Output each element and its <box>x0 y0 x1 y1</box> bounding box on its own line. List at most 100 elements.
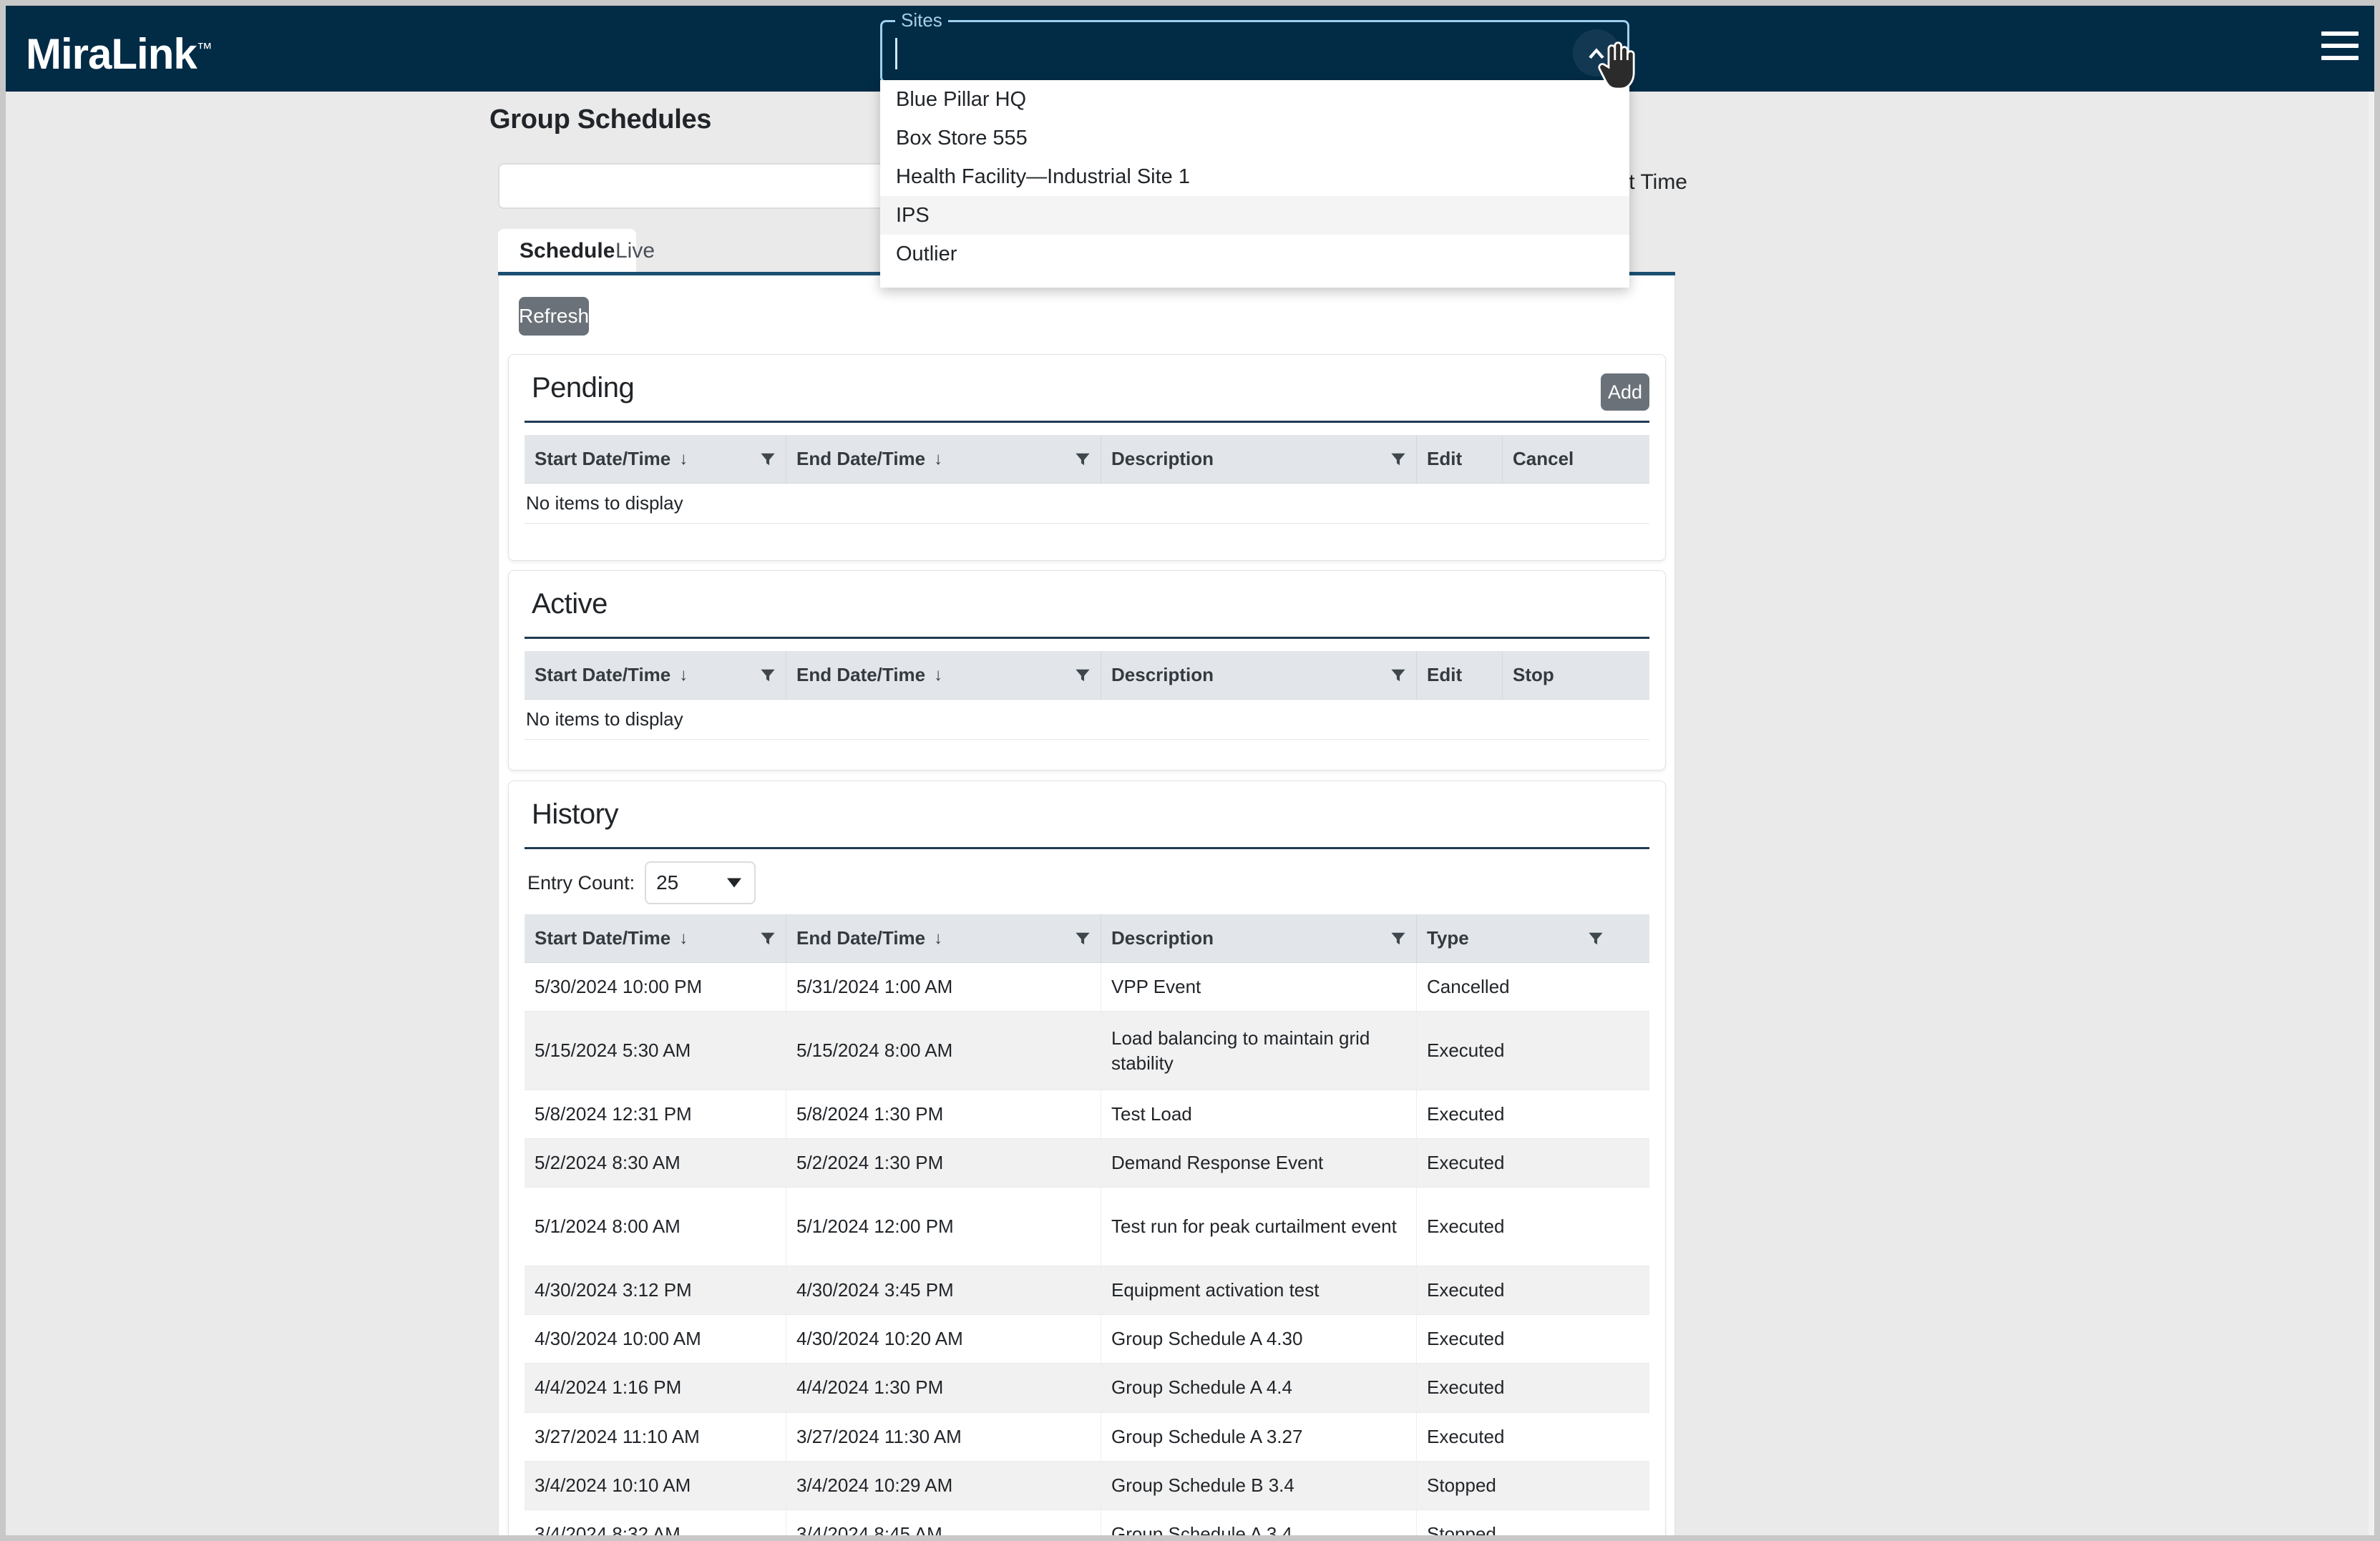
table-cell-start: 3/4/2024 8:32 AM <box>525 1510 786 1535</box>
filter-icon[interactable] <box>1075 667 1091 683</box>
entry-count-row: Entry Count: 25 <box>527 861 756 904</box>
table-cell-start: 3/4/2024 10:10 AM <box>525 1461 786 1510</box>
table-cell-end: 3/27/2024 11:30 AM <box>786 1412 1101 1461</box>
sites-dropdown-list[interactable]: Blue Pillar HQ Box Store 555 Health Faci… <box>880 80 1629 288</box>
column-label: Type <box>1427 927 1469 949</box>
table-row[interactable]: 5/2/2024 8:30 AM 5/2/2024 1:30 PM Demand R… <box>525 1139 1649 1188</box>
table-cell-description: Demand Response Event <box>1101 1139 1417 1188</box>
column-header-description[interactable]: Description <box>1101 914 1417 962</box>
table-row[interactable]: 5/15/2024 5:30 AM 5/15/2024 8:00 AM Load b… <box>525 1012 1649 1091</box>
column-header-type[interactable]: Type <box>1417 914 1614 962</box>
column-header-edit[interactable]: Edit <box>1417 435 1503 483</box>
table-cell-end: 5/15/2024 8:00 AM <box>786 1012 1101 1090</box>
pending-divider <box>525 421 1649 423</box>
column-header-end-date[interactable]: End Date/Time ↓ <box>786 651 1101 699</box>
column-label: Cancel <box>1513 448 1574 469</box>
table-cell-start: 3/27/2024 11:10 AM <box>525 1412 786 1461</box>
column-header-description[interactable]: Description <box>1101 435 1417 483</box>
column-label: Description <box>1111 448 1214 469</box>
hamburger-menu-icon[interactable] <box>2321 31 2359 64</box>
tab-live[interactable]: Live <box>594 229 676 273</box>
trademark-symbol: ™ <box>196 39 213 57</box>
filter-icon[interactable] <box>760 451 776 467</box>
brand-name: MiraLink <box>26 30 197 78</box>
column-label: End Date/Time <box>796 448 926 469</box>
table-cell-type: Executed <box>1427 1279 1505 1301</box>
table-cell-type: Executed <box>1427 1152 1505 1174</box>
sort-descending-icon[interactable]: ↓ <box>679 929 688 949</box>
table-cell-description: Equipment activation test <box>1101 1266 1417 1315</box>
sites-select-field[interactable]: Sites <box>880 9 1629 83</box>
table-cell-end: 5/1/2024 12:00 PM <box>786 1188 1101 1266</box>
column-header-start-date[interactable]: Start Date/Time ↓ <box>525 651 786 699</box>
table-row[interactable]: 4/30/2024 3:12 PM 4/30/2024 3:45 PM Equipm… <box>525 1266 1649 1316</box>
filter-icon[interactable] <box>760 667 776 683</box>
table-cell-type: Executed <box>1427 1328 1505 1350</box>
sort-descending-icon[interactable]: ↓ <box>679 449 688 469</box>
table-row[interactable]: 4/30/2024 10:00 AM 4/30/2024 10:20 AM Grou… <box>525 1315 1649 1364</box>
brand-logo[interactable]: MiraLink™ <box>26 24 213 79</box>
chevron-up-icon <box>1589 48 1604 59</box>
table-cell-type: Executed <box>1427 1215 1505 1238</box>
table-row[interactable]: 5/30/2024 10:00 PM 5/31/2024 1:00 AM VPP E… <box>525 963 1649 1012</box>
column-header-edit[interactable]: Edit <box>1417 651 1503 699</box>
sites-field-label: Sites <box>895 9 948 31</box>
filter-icon[interactable] <box>1075 931 1091 946</box>
pending-grid: Start Date/Time ↓ End Date/Time ↓ Descri… <box>525 435 1649 524</box>
table-cell-start: 5/8/2024 12:31 PM <box>525 1090 786 1139</box>
column-header-start-date[interactable]: Start Date/Time ↓ <box>525 435 786 483</box>
history-title: History <box>532 798 618 830</box>
filter-icon[interactable] <box>1390 931 1406 946</box>
add-schedule-button[interactable]: Add <box>1601 373 1649 411</box>
table-cell-end: 3/4/2024 10:29 AM <box>786 1461 1101 1510</box>
pending-grid-header: Start Date/Time ↓ End Date/Time ↓ Descri… <box>525 435 1649 484</box>
table-row[interactable]: 5/8/2024 12:31 PM 5/8/2024 1:30 PM Test Lo… <box>525 1090 1649 1140</box>
table-cell-start: 5/30/2024 10:00 PM <box>525 963 786 1012</box>
entry-count-select[interactable]: 25 <box>645 861 756 904</box>
history-grid-header: Start Date/Time ↓ End Date/Time ↓ Descri… <box>525 914 1649 963</box>
active-empty-message: No items to display <box>525 700 1649 740</box>
filter-icon[interactable] <box>760 931 776 946</box>
sites-option[interactable]: IPS <box>880 196 1629 235</box>
table-row[interactable]: 4/4/2024 1:16 PM 4/4/2024 1:30 PM Group Sc… <box>525 1364 1649 1413</box>
table-cell-description: Group Schedule A 4.4 <box>1101 1364 1417 1412</box>
sites-search-input[interactable] <box>892 31 1565 74</box>
column-header-end-date[interactable]: End Date/Time ↓ <box>786 914 1101 962</box>
column-header-end-date[interactable]: End Date/Time ↓ <box>786 435 1101 483</box>
sites-dropdown-toggle-button[interactable] <box>1573 29 1620 77</box>
filter-icon[interactable] <box>1075 451 1091 467</box>
column-header-start-date[interactable]: Start Date/Time ↓ <box>525 914 786 962</box>
column-header-description[interactable]: Description <box>1101 651 1417 699</box>
filter-icon[interactable] <box>1390 667 1406 683</box>
table-cell-type: Cancelled <box>1427 976 1510 997</box>
sort-descending-icon[interactable]: ↓ <box>679 665 688 685</box>
filter-icon[interactable] <box>1588 931 1604 946</box>
active-card: Active Start Date/Time ↓ End Date/Time ↓ <box>508 570 1666 770</box>
sites-option[interactable]: Outlier <box>880 235 1629 273</box>
table-cell-description: Group Schedule B 3.4 <box>1101 1461 1417 1510</box>
schedule-tab-panel: Refresh Pending Add Start Date/Time ↓ En… <box>498 275 1675 1535</box>
column-label: Start Date/Time <box>535 448 671 469</box>
column-label: Edit <box>1427 448 1463 469</box>
refresh-button[interactable]: Refresh <box>519 297 589 336</box>
sites-option[interactable]: Health Facility—Industrial Site 1 <box>880 157 1629 196</box>
pending-card: Pending Add Start Date/Time ↓ End Date/T… <box>508 354 1666 561</box>
sites-option[interactable]: Blue Pillar HQ <box>880 80 1629 119</box>
filter-icon[interactable] <box>1390 451 1406 467</box>
active-title: Active <box>532 588 608 620</box>
table-row[interactable]: 5/1/2024 8:00 AM 5/1/2024 12:00 PM Test ru… <box>525 1188 1649 1267</box>
chevron-down-icon[interactable] <box>727 878 742 888</box>
sort-descending-icon[interactable]: ↓ <box>934 665 942 685</box>
sort-descending-icon[interactable]: ↓ <box>934 449 942 469</box>
column-header-stop[interactable]: Stop <box>1503 651 1614 699</box>
sort-descending-icon[interactable]: ↓ <box>934 929 942 949</box>
table-cell-type: Executed <box>1427 1039 1505 1062</box>
active-grid-header: Start Date/Time ↓ End Date/Time ↓ Descri… <box>525 651 1649 700</box>
table-row[interactable]: 3/27/2024 11:10 AM 3/27/2024 11:30 AM Grou… <box>525 1412 1649 1462</box>
vertical-scrollbar[interactable] <box>2369 6 2374 1535</box>
sites-option[interactable]: Box Store 555 <box>880 119 1629 157</box>
table-row[interactable]: 3/4/2024 8:32 AM 3/4/2024 8:45 AM Group Sc… <box>525 1510 1649 1535</box>
column-header-cancel[interactable]: Cancel <box>1503 435 1614 483</box>
table-row[interactable]: 3/4/2024 10:10 AM 3/4/2024 10:29 AM Group … <box>525 1461 1649 1510</box>
history-grid-body: 5/30/2024 10:00 PM 5/31/2024 1:00 AM VPP E… <box>525 963 1649 1535</box>
